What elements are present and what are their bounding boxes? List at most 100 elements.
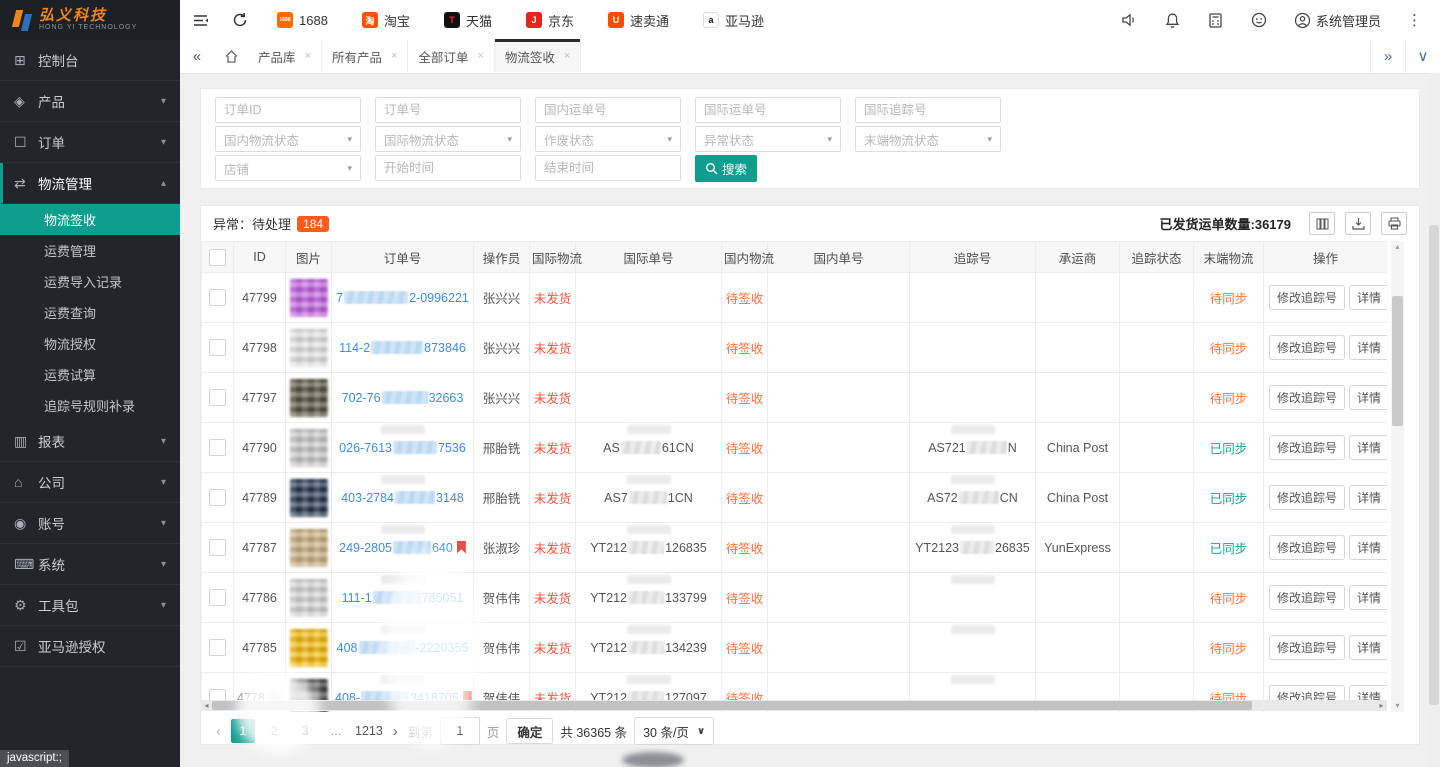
row-checkbox[interactable] (209, 289, 226, 306)
page-tab[interactable]: 产品库 × (248, 40, 322, 72)
sidebar-item[interactable]: ⚙ 工具包 ▾ (0, 585, 180, 626)
start-time-input[interactable] (375, 155, 521, 181)
page-tab[interactable]: 物流签收 × (495, 40, 581, 72)
shop-select[interactable]: 店铺 ▾ (215, 155, 361, 181)
page-number-button[interactable]: 1 (231, 719, 255, 743)
modify-tracking-button[interactable]: 修改追踪号 (1269, 335, 1345, 360)
filter-text-input[interactable] (535, 97, 681, 123)
volume-icon[interactable] (1120, 11, 1138, 29)
page-tab[interactable]: 所有产品 × (322, 40, 408, 72)
detail-button[interactable]: 详情 (1349, 535, 1387, 560)
order-number-link[interactable]: 026-76137536 (339, 441, 466, 455)
platform-tab[interactable]: U 速卖通 (608, 11, 669, 30)
home-icon[interactable] (214, 49, 248, 64)
sidebar-subitem[interactable]: 运费试算 (0, 359, 180, 390)
menu-fold-icon[interactable] (180, 12, 220, 29)
vertical-scroll-thumb[interactable] (1392, 296, 1403, 426)
platform-tab[interactable]: J 京东 (526, 11, 574, 30)
sidebar-item[interactable]: ☐ 订单 ▾ (0, 122, 180, 163)
filter-select[interactable]: 异常状态 ▾ (695, 126, 841, 152)
page-tab[interactable]: 全部订单 × (408, 40, 494, 72)
search-button[interactable]: 搜索 (695, 155, 757, 182)
row-checkbox[interactable] (209, 339, 226, 356)
next-page-icon[interactable]: › (390, 723, 401, 740)
filter-text-input[interactable] (375, 97, 521, 123)
goto-confirm-button[interactable]: 确定 (506, 718, 553, 744)
scroll-up-icon[interactable]: ▴ (1391, 241, 1404, 253)
detail-button[interactable]: 详情 (1349, 285, 1387, 310)
end-time-input[interactable] (535, 155, 681, 181)
detail-button[interactable]: 详情 (1349, 385, 1387, 410)
sidebar-item[interactable]: ⌨ 系统 ▾ (0, 544, 180, 585)
sidebar-item[interactable]: ⊞ 控制台 (0, 40, 180, 81)
sidebar-item[interactable]: ◉ 账号 ▾ (0, 503, 180, 544)
platform-tab[interactable]: 1688 1688 (277, 12, 328, 28)
filter-text-input[interactable] (695, 97, 841, 123)
row-checkbox[interactable] (209, 439, 226, 456)
filter-text-input[interactable] (855, 97, 1001, 123)
detail-button[interactable]: 详情 (1349, 585, 1387, 610)
close-icon[interactable]: × (305, 50, 311, 62)
expand-tabs-icon[interactable]: » (1370, 41, 1405, 73)
scroll-left-icon[interactable]: ◂ (201, 700, 212, 711)
sidebar-subitem[interactable]: 物流签收 (0, 204, 180, 235)
page-number-button[interactable]: 3 (293, 719, 317, 743)
platform-tab[interactable]: T 天猫 (444, 11, 492, 30)
filter-select[interactable]: 作废状态 ▾ (535, 126, 681, 152)
order-number-link[interactable]: 72-0996221 (336, 291, 469, 305)
modify-tracking-button[interactable]: 修改追踪号 (1269, 285, 1345, 310)
sidebar-subitem[interactable]: 物流授权 (0, 328, 180, 359)
service-icon[interactable] (1250, 11, 1268, 29)
export-button[interactable] (1345, 212, 1371, 235)
row-checkbox[interactable] (209, 489, 226, 506)
close-icon[interactable]: × (391, 50, 397, 62)
order-number-link[interactable]: 249-2805640 (339, 541, 453, 555)
sidebar-item[interactable]: ▥ 报表 ▾ (0, 421, 180, 462)
collapse-tabs-icon[interactable]: « (180, 48, 214, 65)
print-button[interactable] (1381, 212, 1407, 235)
order-number-link[interactable]: 408-2220355 (337, 641, 469, 655)
horizontal-scroll-thumb[interactable] (212, 701, 1252, 710)
page-number-button[interactable]: 2 (262, 719, 286, 743)
filter-text-input[interactable] (215, 97, 361, 123)
scroll-down-icon[interactable]: ▾ (1391, 700, 1404, 712)
columns-setting-button[interactable] (1309, 212, 1335, 235)
close-icon[interactable]: × (564, 50, 570, 62)
filter-select[interactable]: 国内物流状态 ▾ (215, 126, 361, 152)
scroll-right-icon[interactable]: ▸ (1376, 700, 1387, 711)
page-size-select[interactable]: 30 条/页 ∨ (634, 717, 714, 745)
row-checkbox[interactable] (209, 639, 226, 656)
detail-button[interactable]: 详情 (1349, 485, 1387, 510)
bell-icon[interactable] (1164, 12, 1181, 29)
calculator-icon[interactable] (1207, 12, 1224, 29)
row-checkbox[interactable] (209, 589, 226, 606)
sidebar-subitem[interactable]: 运费查询 (0, 297, 180, 328)
order-number-link[interactable]: 114-2873846 (339, 341, 466, 355)
modify-tracking-button[interactable]: 修改追踪号 (1269, 535, 1345, 560)
sidebar-subitem[interactable]: 运费导入记录 (0, 266, 180, 297)
sidebar-item[interactable]: ◈ 产品 ▾ (0, 81, 180, 122)
detail-button[interactable]: 详情 (1349, 635, 1387, 660)
sidebar-item[interactable]: ⌂ 公司 ▾ (0, 462, 180, 503)
modify-tracking-button[interactable]: 修改追踪号 (1269, 485, 1345, 510)
modify-tracking-button[interactable]: 修改追踪号 (1269, 635, 1345, 660)
refresh-icon[interactable] (220, 12, 260, 28)
sidebar-item[interactable]: ⇄ 物流管理 ▴ (0, 163, 180, 204)
filter-select[interactable]: 国际物流状态 ▾ (375, 126, 521, 152)
order-number-link[interactable]: 702-7632663 (342, 391, 464, 405)
pending-label[interactable]: 待处理 (252, 214, 291, 233)
detail-button[interactable]: 详情 (1349, 435, 1387, 460)
page-number-button[interactable]: ... (324, 719, 348, 743)
platform-tab[interactable]: a 亚马逊 (703, 11, 764, 30)
modify-tracking-button[interactable]: 修改追踪号 (1269, 385, 1345, 410)
page-scroll-thumb[interactable] (1429, 225, 1439, 705)
platform-tab[interactable]: 淘 淘宝 (362, 11, 410, 30)
close-icon[interactable]: × (477, 50, 483, 62)
modify-tracking-button[interactable]: 修改追踪号 (1269, 585, 1345, 610)
order-number-link[interactable]: 111-1785051 (342, 591, 464, 605)
page-number-button[interactable]: 1213 (355, 719, 383, 743)
kebab-menu-icon[interactable]: ⋮ (1407, 11, 1422, 29)
sidebar-item[interactable]: ☑ 亚马逊授权 (0, 626, 180, 667)
filter-select[interactable]: 末端物流状态 ▾ (855, 126, 1001, 152)
row-checkbox[interactable] (209, 389, 226, 406)
